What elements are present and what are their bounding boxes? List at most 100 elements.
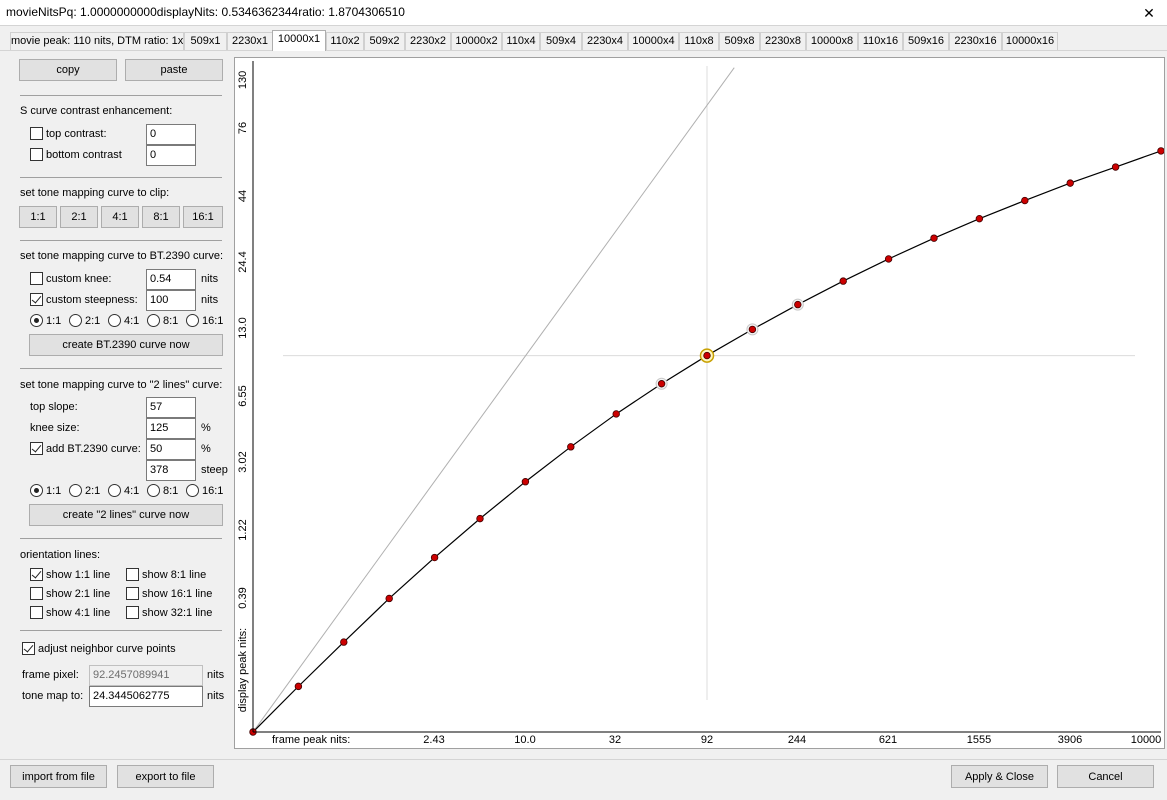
- clip-8-1-button[interactable]: 8:1: [142, 206, 180, 228]
- two-lines-ratio-1-1-radio[interactable]: [30, 484, 43, 497]
- curve-point[interactable]: [385, 594, 393, 603]
- paste-button[interactable]: paste: [125, 59, 223, 81]
- tab-110x8[interactable]: 110x8: [679, 32, 719, 50]
- tab-509x16[interactable]: 509x16: [903, 32, 949, 50]
- tone-map-label: tone map to:: [22, 690, 84, 702]
- custom-knee-checkbox[interactable]: [30, 272, 43, 285]
- curve-point[interactable]: [794, 300, 802, 309]
- show-4-1-line-checkbox[interactable]: [30, 606, 43, 619]
- tab-2230x8[interactable]: 2230x8: [760, 32, 806, 50]
- bt2390-ratio-1-1-radio[interactable]: [30, 314, 43, 327]
- curve-point[interactable]: [476, 514, 484, 523]
- frame-pixel-unit: nits: [207, 669, 225, 681]
- y-tick-label: 3.02: [237, 451, 249, 472]
- tab-2230x1[interactable]: 2230x1: [227, 32, 273, 50]
- two-lines-heading: set tone mapping curve to "2 lines" curv…: [20, 379, 223, 391]
- top-slope-field[interactable]: 57: [146, 397, 196, 418]
- divider: [20, 177, 222, 178]
- tab-10000x2[interactable]: 10000x2: [451, 32, 502, 50]
- curve-point[interactable]: [612, 410, 620, 418]
- tab-2230x16[interactable]: 2230x16: [949, 32, 1002, 50]
- tab-509x1[interactable]: 509x1: [184, 32, 227, 50]
- curve-point[interactable]: [567, 443, 575, 451]
- add-bt2390-checkbox[interactable]: [30, 442, 43, 455]
- tab-2230x4[interactable]: 2230x4: [582, 32, 628, 50]
- show-8-1-line-checkbox[interactable]: [126, 568, 139, 581]
- tab-10000x1[interactable]: 10000x1: [272, 30, 326, 51]
- custom-knee-field[interactable]: 0.54: [146, 269, 196, 290]
- two-lines-ratio-16-1-radio[interactable]: [186, 484, 199, 497]
- custom-steepness-field[interactable]: 100: [146, 290, 196, 311]
- adjust-neighbor-checkbox[interactable]: [22, 642, 35, 655]
- apply-close-button[interactable]: Apply & Close: [951, 765, 1048, 788]
- y-tick-label: 76: [237, 122, 249, 134]
- tab-10000x4[interactable]: 10000x4: [628, 32, 679, 50]
- tab-509x8[interactable]: 509x8: [719, 32, 760, 50]
- two-lines-ratio-8-1-radio[interactable]: [147, 484, 160, 497]
- curve-point[interactable]: [657, 380, 666, 388]
- curve-point[interactable]: [930, 234, 938, 242]
- curve-point[interactable]: [1157, 147, 1165, 155]
- copy-button[interactable]: copy: [19, 59, 117, 81]
- curve-point[interactable]: [884, 255, 893, 263]
- top-contrast-label: top contrast:: [46, 128, 107, 140]
- clip-2-1-button[interactable]: 2:1: [60, 206, 98, 228]
- top-contrast-field[interactable]: 0: [146, 124, 196, 145]
- create-two-lines-button[interactable]: create "2 lines" curve now: [29, 504, 223, 526]
- tab-10000x8[interactable]: 10000x8: [806, 32, 858, 50]
- curve-point[interactable]: [1066, 179, 1074, 187]
- tone-map-field[interactable]: 24.3445062775: [89, 686, 203, 707]
- x-tick-label: 10.0: [514, 734, 535, 746]
- bottom-contrast-checkbox[interactable]: [30, 148, 43, 161]
- curve-point[interactable]: [430, 553, 439, 562]
- add-bt2390-field[interactable]: 50: [146, 439, 196, 460]
- show-32-1-line-checkbox[interactable]: [126, 606, 139, 619]
- knee-size-field[interactable]: 125: [146, 418, 196, 439]
- cancel-button[interactable]: Cancel: [1057, 765, 1154, 788]
- show-16-1-line-checkbox[interactable]: [126, 587, 139, 600]
- tab-10000x16[interactable]: 10000x16: [1002, 32, 1058, 50]
- bt2390-ratio-16-1-radio[interactable]: [186, 314, 199, 327]
- close-icon[interactable]: ✕: [1131, 0, 1167, 26]
- custom-steepness-checkbox[interactable]: [30, 293, 43, 306]
- two-lines-ratio-4-1-radio[interactable]: [108, 484, 121, 497]
- tab-110x16[interactable]: 110x16: [858, 32, 903, 50]
- curve-point[interactable]: [521, 478, 530, 486]
- curve-point[interactable]: [839, 277, 847, 285]
- tab-509x2[interactable]: 509x2: [364, 32, 405, 50]
- curve-point[interactable]: [1111, 163, 1120, 171]
- curve-point[interactable]: [1021, 196, 1029, 205]
- curve-point[interactable]: [975, 214, 984, 223]
- bt2390-ratio-8-1-radio[interactable]: [147, 314, 160, 327]
- bottom-contrast-field[interactable]: 0: [146, 145, 196, 166]
- custom-knee-label: custom knee:: [46, 273, 112, 285]
- curve-point[interactable]: [703, 351, 711, 360]
- tone-map-unit: nits: [207, 690, 225, 702]
- show-2-1-line-checkbox[interactable]: [30, 587, 43, 600]
- curve-point[interactable]: [340, 638, 348, 646]
- tab-movie-peak[interactable]: movie peak: 110 nits, DTM ratio: 1x: [10, 32, 184, 50]
- create-bt2390-button[interactable]: create BT.2390 curve now: [29, 334, 223, 356]
- clip-16-1-button[interactable]: 16:1: [183, 206, 223, 228]
- two-lines-ratio-label: 2:1: [85, 485, 101, 497]
- tab-2230x2[interactable]: 2230x2: [405, 32, 451, 50]
- curve-point[interactable]: [748, 325, 757, 334]
- export-button[interactable]: export to file: [117, 765, 214, 788]
- chart-canvas[interactable]: 2.43 10.0 32 92 244 621 1555 3906 10000 frame pea…: [235, 58, 1165, 748]
- bt2390-ratio-4-1-radio[interactable]: [108, 314, 121, 327]
- top-contrast-checkbox[interactable]: [30, 127, 43, 140]
- x-tick-label: 244: [788, 734, 806, 746]
- tab-110x2[interactable]: 110x2: [326, 32, 364, 50]
- tab-110x4[interactable]: 110x4: [502, 32, 540, 50]
- tab-509x4[interactable]: 509x4: [540, 32, 582, 50]
- bt2390-ratio-2-1-radio[interactable]: [69, 314, 82, 327]
- divider: [20, 368, 222, 369]
- clip-4-1-button[interactable]: 4:1: [101, 206, 139, 228]
- steep-field[interactable]: 378: [146, 460, 196, 481]
- tone-curve-chart[interactable]: 2.43 10.0 32 92 244 621 1555 3906 10000 frame pea…: [234, 57, 1165, 749]
- clip-1-1-button[interactable]: 1:1: [19, 206, 57, 228]
- show-1-1-line-checkbox[interactable]: [30, 568, 43, 581]
- two-lines-ratio-2-1-radio[interactable]: [69, 484, 82, 497]
- import-button[interactable]: import from file: [10, 765, 107, 788]
- curve-point[interactable]: [294, 682, 303, 691]
